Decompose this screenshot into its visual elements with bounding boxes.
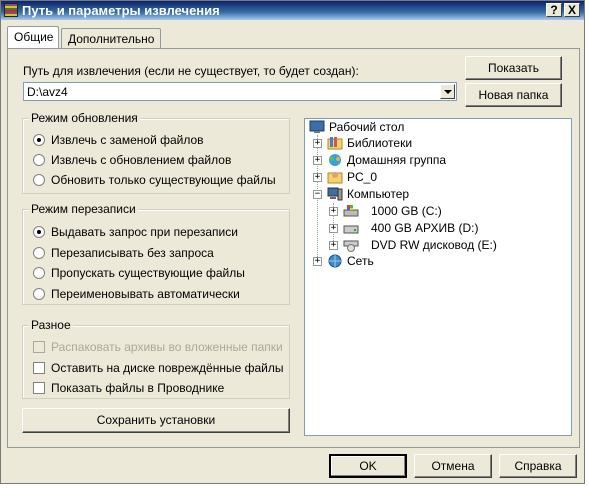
path-combobox[interactable]: D:\avz4 bbox=[23, 82, 457, 101]
tree-label: Библиотеки bbox=[347, 136, 413, 150]
update-mode-title: Режим обновления bbox=[29, 111, 140, 125]
radio-label: Извлечь с обновлением файлов bbox=[51, 153, 232, 167]
radio-button[interactable] bbox=[33, 288, 45, 300]
save-settings-label: Сохранить установки bbox=[96, 413, 216, 427]
help-title-button[interactable]: ? bbox=[546, 3, 562, 17]
expand-icon[interactable]: + bbox=[329, 224, 338, 233]
new-folder-button[interactable]: Новая папка bbox=[465, 83, 562, 107]
homegroup-icon bbox=[329, 154, 341, 166]
radio-button[interactable] bbox=[33, 247, 45, 259]
ok-button[interactable]: OK bbox=[329, 454, 407, 478]
checkbox[interactable] bbox=[33, 382, 45, 394]
close-title-button[interactable]: X bbox=[564, 3, 580, 17]
overwrite-mode-group: Режим перезаписи Выдавать запрос при пер… bbox=[22, 202, 290, 305]
checkbox-label: Оставить на диске повреждённые файлы bbox=[51, 361, 284, 375]
network-icon bbox=[328, 254, 342, 268]
user-folder-icon bbox=[327, 172, 343, 184]
save-settings-button[interactable]: Сохранить установки bbox=[22, 408, 290, 433]
radio-button[interactable] bbox=[33, 226, 45, 238]
path-label: Путь для извлечения (если не существует,… bbox=[23, 64, 359, 78]
radio-label: Извлечь с заменой файлов bbox=[51, 133, 204, 147]
radio-button[interactable] bbox=[33, 174, 45, 186]
update-mode-group: Режим обновления Извлечь с заменой файло… bbox=[22, 111, 290, 194]
system-drive-icon bbox=[343, 205, 359, 217]
extraction-dialog: Путь и параметры извлечения ? X Общие До… bbox=[0, 0, 585, 484]
checkbox-label: Показать файлы в Проводнике bbox=[51, 381, 225, 395]
tree-label: Домашняя группа bbox=[347, 153, 447, 167]
checkbox-label: Распаковать архивы во вложенные папки bbox=[51, 340, 283, 354]
expand-icon[interactable]: + bbox=[313, 173, 322, 182]
radio-button[interactable] bbox=[33, 134, 45, 146]
dvd-drive-icon bbox=[343, 240, 359, 252]
folder-tree[interactable]: Рабочий стол + Библиотеки + Домашняя гру… bbox=[304, 118, 572, 436]
tab-panel-general: Путь для извлечения (если не существует,… bbox=[7, 48, 580, 448]
tree-label: Рабочий стол bbox=[329, 120, 405, 134]
tree-label: DVD RW дисковод (E:) bbox=[371, 238, 497, 252]
tree-label: Сеть bbox=[347, 254, 374, 268]
library-icon bbox=[327, 137, 343, 150]
new-folder-button-label: Новая папка bbox=[478, 88, 549, 102]
tab-advanced[interactable]: Дополнительно bbox=[61, 28, 161, 48]
expand-icon[interactable]: + bbox=[329, 241, 338, 250]
radio-button[interactable] bbox=[33, 267, 45, 279]
ok-button-label: OK bbox=[359, 459, 377, 473]
cancel-button-label: Отмена bbox=[431, 459, 475, 473]
tree-label: PC_0 bbox=[347, 170, 378, 184]
checkbox bbox=[33, 341, 45, 353]
radio-label: Переименовывать автоматически bbox=[51, 287, 240, 301]
tree-label: Компьютер bbox=[347, 187, 410, 201]
radio-label: Перезаписывать без запроса bbox=[51, 246, 214, 260]
winrar-app-icon bbox=[4, 3, 18, 17]
chevron-down-icon[interactable] bbox=[440, 84, 455, 99]
expand-icon[interactable]: + bbox=[313, 257, 322, 266]
desktop-icon bbox=[309, 120, 325, 133]
collapse-icon[interactable]: − bbox=[313, 190, 322, 199]
window-title: Путь и параметры извлечения bbox=[22, 3, 220, 18]
tree-label: 400 GB АРХИВ (D:) bbox=[371, 221, 479, 235]
cancel-button[interactable]: Отмена bbox=[414, 454, 492, 478]
checkbox[interactable] bbox=[33, 362, 45, 374]
expand-icon[interactable]: + bbox=[313, 156, 322, 165]
radio-button[interactable] bbox=[33, 154, 45, 166]
tab-general[interactable]: Общие bbox=[7, 26, 59, 48]
show-button-label: Показать bbox=[487, 61, 539, 75]
show-button[interactable]: Показать bbox=[465, 56, 562, 80]
expand-icon[interactable]: + bbox=[329, 207, 338, 216]
expand-icon[interactable]: + bbox=[313, 139, 322, 148]
misc-group: Разное Распаковать архивы во вложенные п… bbox=[22, 318, 290, 399]
radio-label: Обновить только существующие файлы bbox=[51, 173, 276, 187]
misc-title: Разное bbox=[29, 318, 73, 332]
title-bar[interactable]: Путь и параметры извлечения ? X bbox=[1, 1, 584, 20]
help-button-label: Справка bbox=[514, 459, 562, 473]
tree-label: 1000 GB (C:) bbox=[371, 204, 442, 218]
drive-icon bbox=[343, 225, 359, 234]
path-value[interactable]: D:\avz4 bbox=[27, 85, 68, 99]
radio-label: Выдавать запрос при перезаписи bbox=[51, 225, 238, 239]
overwrite-mode-title: Режим перезаписи bbox=[29, 202, 138, 216]
radio-label: Пропускать существующие файлы bbox=[51, 266, 245, 280]
computer-icon bbox=[327, 187, 343, 201]
help-button[interactable]: Справка bbox=[499, 454, 577, 478]
